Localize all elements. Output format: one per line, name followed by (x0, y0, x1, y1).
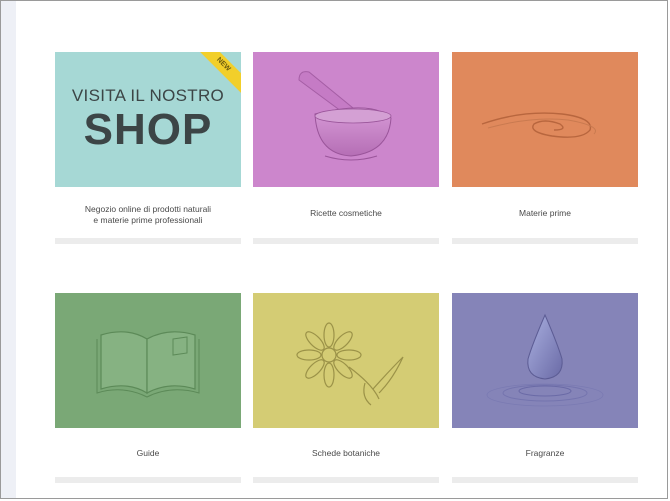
caption-line-1: Negozio online di prodotti naturali (84, 204, 212, 214)
card-divider-bar (55, 477, 241, 483)
card-divider-bar (452, 477, 638, 483)
card-caption[interactable]: Guide (55, 448, 241, 459)
fragranze-tile[interactable] (452, 293, 638, 428)
card-caption[interactable]: Negozio online di prodotti naturali e ma… (55, 204, 241, 226)
guide-tile[interactable] (55, 293, 241, 428)
card-divider-bar (55, 238, 241, 244)
card-fragranze[interactable]: Fragranze (452, 293, 638, 483)
card-divider-bar (253, 477, 439, 483)
shop-title-small: VISITA IL NOSTRO (71, 86, 225, 105)
materie-tile[interactable] (452, 52, 638, 187)
swirl-icon (481, 112, 596, 138)
card-caption[interactable]: Schede botaniche (253, 448, 439, 459)
left-rail (1, 1, 16, 498)
card-ricette-cosmetiche[interactable]: Ricette cosmetiche (253, 52, 439, 244)
shop-title-big: SHOP (83, 105, 213, 154)
card-caption[interactable]: Materie prime (452, 208, 638, 219)
card-guide[interactable]: Guide (55, 293, 241, 483)
card-divider-bar (253, 238, 439, 244)
card-schede-botaniche[interactable]: Schede botaniche (253, 293, 439, 483)
card-divider-bar (452, 238, 638, 244)
card-materie-prime[interactable]: Materie prime (452, 52, 638, 244)
water-drop-icon (486, 313, 604, 407)
card-shop[interactable]: VISITA IL NOSTRO SHOP NEW Negozio online… (55, 52, 241, 244)
open-book-icon (96, 331, 200, 398)
caption-line-2: e materie prime professionali (93, 215, 203, 225)
card-caption[interactable]: Fragranze (452, 448, 638, 459)
ricette-tile[interactable] (253, 52, 439, 187)
flower-icon (296, 322, 404, 406)
mortar-pestle-icon (298, 71, 392, 161)
shop-tile[interactable]: VISITA IL NOSTRO SHOP NEW (55, 52, 241, 187)
card-caption[interactable]: Ricette cosmetiche (253, 208, 439, 219)
schede-tile[interactable] (253, 293, 439, 428)
